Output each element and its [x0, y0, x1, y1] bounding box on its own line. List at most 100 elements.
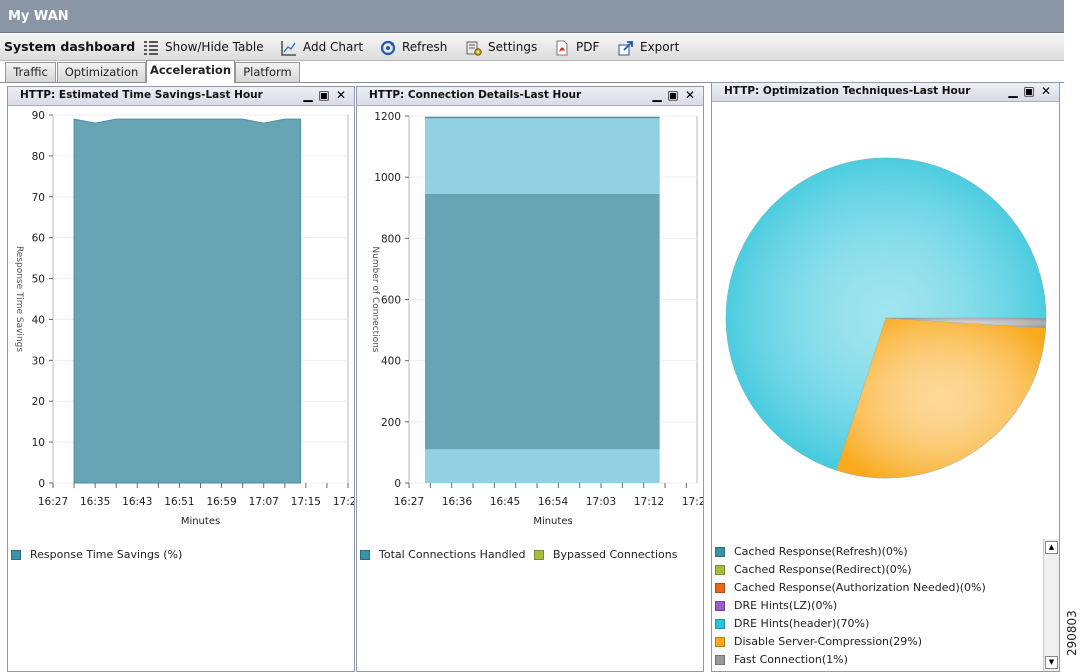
tab-traffic[interactable]: Traffic	[5, 62, 56, 82]
panel-header: HTTP: Optimization Techniques-Last Hour …	[712, 83, 1059, 102]
pdf-button[interactable]: PDF	[554, 37, 599, 57]
legend-item: Fast Connection(1%)	[715, 653, 848, 667]
y-tick-label: 200	[381, 417, 401, 429]
legend-swatch	[715, 637, 725, 647]
x-tick-label: 16:59	[206, 496, 236, 508]
export-icon	[618, 40, 633, 55]
show-hide-table-button[interactable]: Show/Hide Table	[143, 37, 264, 57]
x-tick-label: 16:27	[394, 496, 424, 508]
line-chart-icon	[281, 40, 296, 56]
y-tick-label: 50	[32, 274, 45, 286]
legend-label: Disable Server-Compression(29%)	[734, 635, 923, 648]
y-tick-label: 600	[381, 295, 401, 307]
connection-details-chart: 0 200 400 600 800 1000 1200 16:27 16:36 16:45 16:5…	[370, 111, 703, 527]
legend-swatch	[715, 619, 725, 629]
x-tick-label: 17:21	[682, 496, 703, 508]
maximize-icon[interactable]: ▣	[1023, 84, 1035, 98]
maximize-icon[interactable]: ▣	[667, 88, 679, 102]
settings-icon	[466, 41, 482, 56]
minimize-icon[interactable]: ▁	[302, 88, 314, 102]
x-tick-label: 16:27	[38, 496, 68, 508]
legend-label: Cached Response(Authorization Needed)(0%…	[734, 581, 986, 594]
minimize-icon[interactable]: ▁	[1007, 84, 1019, 98]
dashboard-tabs: Traffic Optimization Acceleration Platfo…	[0, 60, 1064, 83]
data-band	[425, 117, 660, 194]
add-chart-button[interactable]: Add Chart	[281, 37, 363, 57]
y-axis-label: Number of Connections	[370, 246, 380, 352]
tab-platform[interactable]: Platform	[235, 62, 300, 82]
x-tick-label: 17:12	[634, 496, 664, 508]
y-tick-label: 0	[394, 478, 401, 490]
scroll-down-icon[interactable]: ▼	[1045, 656, 1058, 669]
y-tick-label: 80	[32, 151, 45, 163]
legend-label: Total Connections Handled	[379, 548, 526, 561]
figure-id: 290803	[1065, 610, 1079, 656]
legend-label: DRE Hints(LZ)(0%)	[734, 599, 838, 612]
y-tick-label: 0	[38, 478, 45, 490]
close-icon[interactable]: ✕	[1040, 84, 1052, 98]
legend-swatch	[715, 655, 725, 665]
add-chart-label: Add Chart	[303, 40, 364, 54]
x-tick-label: 17:07	[249, 496, 279, 508]
connection-details-panel: HTTP: Connection Details-Last Hour ▁ ▣ ✕…	[356, 86, 704, 672]
settings-button[interactable]: Settings	[466, 37, 537, 57]
x-tick-label: 17:23	[333, 496, 354, 508]
legend-item: Disable Server-Compression(29%)	[715, 635, 922, 649]
refresh-label: Refresh	[402, 40, 448, 54]
y-tick-label: 10	[32, 437, 45, 449]
refresh-icon	[380, 40, 396, 55]
x-tick-label: 17:15	[291, 496, 321, 508]
panel-title: HTTP: Optimization Techniques-Last Hour	[724, 85, 971, 97]
legend-label: Fast Connection(1%)	[734, 653, 848, 666]
panel-header: HTTP: Connection Details-Last Hour ▁ ▣ ✕	[357, 87, 703, 106]
y-tick-label: 1200	[374, 111, 401, 123]
x-tick-label: 16:35	[80, 496, 110, 508]
legend-item: Cached Response(Refresh)(0%)	[715, 545, 908, 559]
y-tick-label: 40	[32, 314, 45, 326]
legend-label: Cached Response(Redirect)(0%)	[734, 563, 912, 576]
x-tick-label: 16:43	[122, 496, 152, 508]
minimize-icon[interactable]: ▁	[651, 88, 663, 102]
legend-item: Cached Response(Redirect)(0%)	[715, 563, 912, 577]
dashboard-title: System dashboard	[4, 39, 136, 54]
legend-swatch	[715, 601, 725, 611]
time-savings-chart: 0 10 20 30 40 50 60 70 80 90 16:27 16:35 16:43 16:51 1…	[14, 110, 354, 527]
legend-item: Bypassed Connections	[534, 548, 677, 562]
settings-label: Settings	[488, 40, 538, 54]
y-tick-label: 1000	[374, 172, 401, 184]
scroll-up-icon[interactable]: ▲	[1045, 541, 1058, 554]
refresh-button[interactable]: Refresh	[380, 37, 447, 57]
time-savings-panel: HTTP: Estimated Time Savings-Last Hour ▁…	[7, 86, 355, 672]
x-tick-label: 17:03	[586, 496, 616, 508]
x-axis-label: Minutes	[181, 516, 220, 527]
legend-item: Cached Response(Authorization Needed)(0%…	[715, 581, 986, 595]
close-icon[interactable]: ✕	[684, 88, 696, 102]
legend-swatch	[715, 583, 725, 593]
show-hide-table-label: Show/Hide Table	[165, 40, 264, 54]
legend-swatch	[11, 550, 21, 560]
toolbar: System dashboard Show/Hide Table Add Cha…	[0, 34, 1064, 61]
figure-id-text: 290803	[1065, 610, 1079, 656]
tab-acceleration[interactable]: Acceleration	[146, 60, 235, 83]
export-label: Export	[640, 40, 680, 54]
maximize-icon[interactable]: ▣	[318, 88, 330, 102]
pdf-icon	[556, 40, 568, 55]
x-axis-label: Minutes	[533, 516, 572, 527]
panel-title: HTTP: Estimated Time Savings-Last Hour	[20, 89, 263, 101]
legend-swatch	[534, 550, 544, 560]
data-band	[425, 449, 660, 483]
close-icon[interactable]: ✕	[335, 88, 347, 102]
window-title: My WAN	[0, 0, 1064, 33]
legend-item: DRE Hints(LZ)(0%)	[715, 599, 837, 613]
optimization-pie-chart	[725, 157, 1047, 479]
legend-item: DRE Hints(header)(70%)	[715, 617, 869, 631]
x-tick-label: 16:45	[490, 496, 520, 508]
legend-scrollbar[interactable]: ▲ ▼	[1043, 539, 1059, 671]
table-icon	[144, 40, 158, 55]
panel-header: HTTP: Estimated Time Savings-Last Hour ▁…	[8, 87, 354, 106]
tab-optimization[interactable]: Optimization	[57, 62, 146, 82]
y-tick-label: 30	[32, 355, 45, 367]
export-button[interactable]: Export	[618, 37, 679, 57]
legend-label: Response Time Savings (%)	[30, 548, 183, 561]
legend-swatch	[715, 565, 725, 575]
